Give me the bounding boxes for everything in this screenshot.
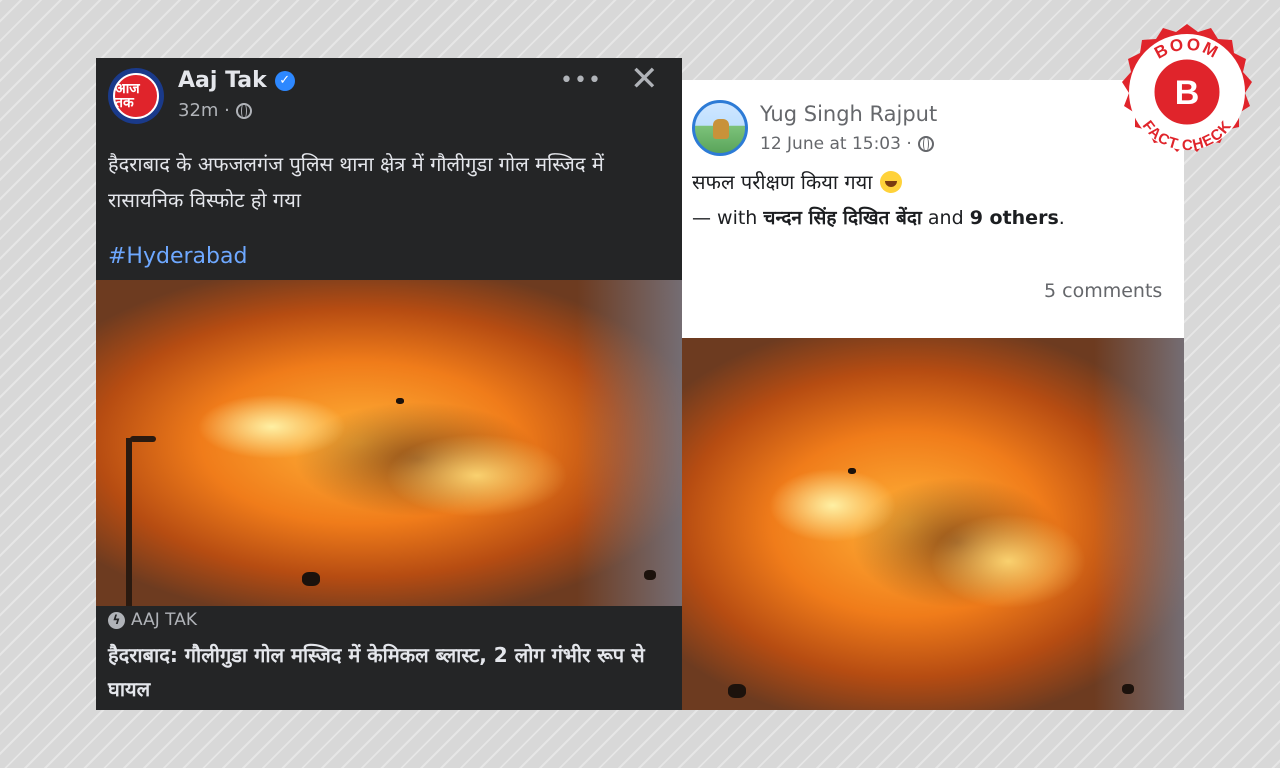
aajtak-logo[interactable]: आज तक <box>108 68 164 124</box>
aajtak-post: आज तक Aaj Tak ✓ 32m · ••• ✕ हैदराबाद के … <box>96 58 682 710</box>
and-text: and <box>927 207 964 229</box>
period: . <box>1058 207 1065 229</box>
post-timestamp[interactable]: 12 June at 15:03 · <box>760 134 912 154</box>
with-prefix: — with <box>692 207 758 229</box>
comments-count[interactable]: 5 comments <box>1044 280 1162 302</box>
close-icon[interactable]: ✕ <box>630 62 659 96</box>
debris <box>728 684 746 698</box>
post-meta: 12 June at 15:03 · <box>760 134 934 154</box>
post-timestamp[interactable]: 32m · <box>178 100 230 121</box>
others-link[interactable]: 9 others <box>970 207 1059 229</box>
hashtag-link[interactable]: #Hyderabad <box>108 244 247 269</box>
post-meta: 32m · <box>178 100 252 121</box>
page-name-text[interactable]: Aaj Tak <box>178 68 267 93</box>
tagged-name-link[interactable]: चन्दन सिंह दिखित बेंदा <box>763 207 921 229</box>
tagged-people: — with चन्दन सिंह दिखित बेंदा and 9 othe… <box>692 204 1065 230</box>
laughing-emoji-icon <box>880 170 903 193</box>
more-options-icon[interactable]: ••• <box>560 68 602 93</box>
post-image-explosion[interactable] <box>96 280 682 606</box>
lamp-head <box>130 436 156 442</box>
aajtak-logo-text: आज तक <box>115 81 140 111</box>
boom-fact-check-badge: BOOM B FACT CHECK <box>1122 24 1252 154</box>
link-source[interactable]: ϟ AAJ TAK <box>108 610 197 630</box>
globe-icon <box>235 102 252 119</box>
debris <box>848 468 856 474</box>
debris <box>396 398 404 404</box>
link-source-text: AAJ TAK <box>131 610 197 630</box>
lightning-icon: ϟ <box>108 611 125 629</box>
debris <box>644 570 656 580</box>
debris <box>302 572 320 586</box>
debris <box>1122 684 1134 694</box>
yug-singh-post: Yug Singh Rajput 12 June at 15:03 · सफल … <box>682 80 1184 710</box>
lamp-post <box>126 438 132 606</box>
avatar[interactable] <box>692 100 748 156</box>
smoke <box>1093 338 1184 710</box>
aajtak-logo-inner: आज तक <box>113 73 159 119</box>
post-text-content: सफल परीक्षण किया गया <box>692 170 873 194</box>
smoke <box>576 280 682 606</box>
badge-letter: B <box>1175 74 1200 112</box>
post-image-explosion[interactable] <box>682 338 1184 710</box>
globe-icon <box>917 136 934 152</box>
post-text: हैदराबाद के अफजलगंज पुलिस थाना क्षेत्र म… <box>108 152 604 212</box>
page-name[interactable]: Aaj Tak ✓ <box>178 68 295 93</box>
avatar-figure <box>713 119 729 139</box>
post-text: सफल परीक्षण किया गया <box>692 168 903 195</box>
link-title[interactable]: हैदराबाद: गौलीगुडा गोल मस्जिद में केमिकल… <box>108 638 668 706</box>
author-name[interactable]: Yug Singh Rajput <box>760 102 937 126</box>
verified-check-icon: ✓ <box>274 70 295 91</box>
